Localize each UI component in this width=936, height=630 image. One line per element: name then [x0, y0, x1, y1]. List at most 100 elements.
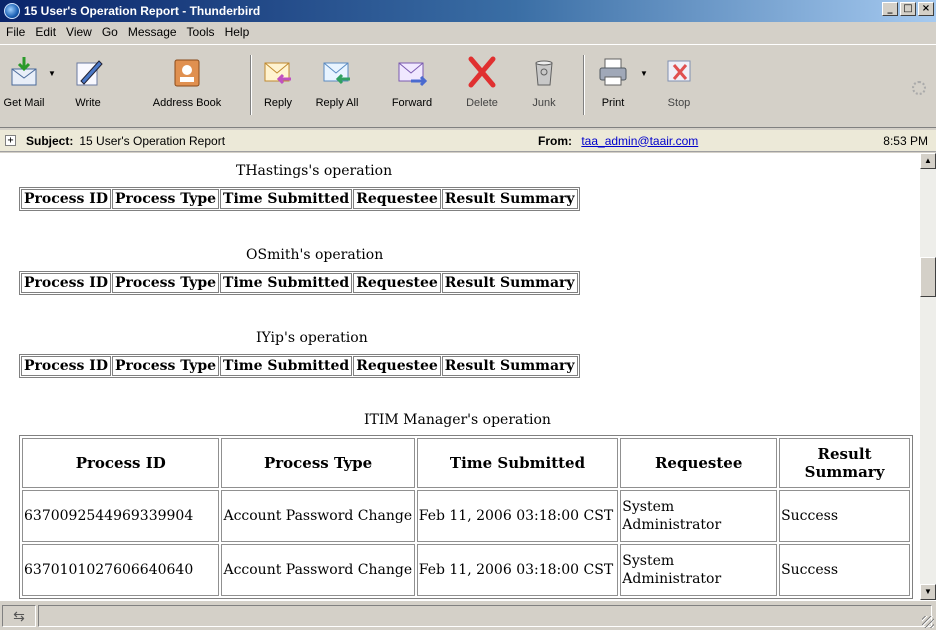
scroll-down-arrow-icon[interactable]: ▼	[920, 584, 936, 600]
result-summary-cell: Success	[779, 490, 910, 542]
close-button[interactable]: ×	[918, 2, 934, 16]
menu-tools[interactable]: Tools	[185, 25, 223, 39]
column-header-process-type: Process Type	[112, 189, 220, 209]
operation-caption: OSmith's operation	[246, 247, 384, 263]
junk-label: Junk	[532, 97, 556, 109]
process-id-cell: 6370092544969339904	[22, 490, 220, 542]
column-header-time-submitted: Time Submitted	[220, 356, 353, 376]
status-bar: ⇆	[0, 600, 936, 630]
column-header-result-summary: Result Summary	[441, 273, 578, 293]
requestee-cell: System Administrator	[620, 490, 778, 542]
column-header-process-id: Process ID	[21, 189, 111, 209]
delete-icon	[465, 55, 499, 89]
title-bar: 15 User's Operation Report - Thunderbird…	[0, 0, 936, 22]
time-submitted-cell: Feb 11, 2006 03:18:00 CST	[416, 490, 619, 542]
operation-table: Process ID Process Type Time Submitted R…	[19, 271, 580, 295]
reply-button[interactable]: Reply	[258, 51, 298, 123]
column-header-result-summary: Result Summary	[779, 438, 910, 488]
time-submitted-cell: Feb 11, 2006 03:18:00 CST	[416, 544, 619, 596]
scrollbar-thumb[interactable]	[920, 257, 936, 297]
column-header-requestee: Requestee	[353, 189, 441, 209]
reply-label: Reply	[263, 97, 293, 109]
reply-all-label: Reply All	[315, 97, 359, 109]
expand-header-toggle[interactable]: +	[5, 135, 16, 146]
operation-table: Process ID Process Type Time Submitted R…	[19, 187, 580, 211]
print-button[interactable]: Print	[596, 51, 630, 123]
column-header-process-id: Process ID	[21, 273, 111, 293]
status-text-panel	[38, 605, 932, 627]
menu-help[interactable]: Help	[223, 25, 258, 39]
message-body: THastings's operation Process ID Process…	[0, 153, 920, 600]
column-header-process-type: Process Type	[221, 438, 415, 488]
menu-file[interactable]: File	[4, 25, 33, 39]
column-header-process-type: Process Type	[112, 273, 220, 293]
reply-icon	[261, 55, 295, 89]
manager-operation-table: Process ID Process Type Time Submitted R…	[19, 435, 913, 599]
process-id-cell: 6370101027606640640	[22, 544, 220, 596]
subject-value: 15 User's Operation Report	[79, 133, 226, 148]
column-header-time-submitted: Time Submitted	[416, 438, 619, 488]
subject-label: Subject:	[26, 133, 74, 148]
scroll-up-arrow-icon[interactable]: ▲	[920, 153, 936, 169]
stop-button[interactable]: Stop	[662, 51, 696, 123]
column-header-result-summary: Result Summary	[441, 356, 578, 376]
maximize-button[interactable]: □	[900, 2, 916, 16]
delete-button[interactable]: Delete	[460, 51, 504, 123]
get-mail-dropdown-icon[interactable]: ▼	[48, 69, 56, 78]
print-label: Print	[601, 97, 625, 109]
operation-caption: IYip's operation	[256, 330, 368, 346]
column-header-requestee: Requestee	[620, 438, 778, 488]
print-dropdown-icon[interactable]: ▼	[640, 69, 648, 78]
stop-icon	[662, 55, 696, 89]
junk-icon	[527, 55, 561, 89]
table-row: 6370101027606640640 Account Password Cha…	[22, 544, 910, 596]
stop-label: Stop	[667, 97, 691, 109]
menu-message[interactable]: Message	[126, 25, 185, 39]
from-label: From:	[538, 133, 572, 148]
requestee-cell: System Administrator	[620, 544, 778, 596]
menu-edit[interactable]: Edit	[33, 25, 64, 39]
thunderbird-icon	[4, 3, 20, 19]
main-toolbar: Get Mail ▼ Write Address Book Reply Repl…	[0, 44, 936, 128]
resize-grip-icon[interactable]	[922, 616, 934, 628]
menu-bar: File Edit View Go Message Tools Help	[0, 22, 936, 42]
table-header-row: Process ID Process Type Time Submitted R…	[22, 438, 910, 488]
write-label: Write	[75, 97, 101, 109]
offline-icon[interactable]: ⇆	[2, 605, 36, 627]
from-field: From: taa_admin@taair.com	[538, 134, 698, 148]
forward-label: Forward	[391, 97, 433, 109]
column-header-process-id: Process ID	[22, 438, 220, 488]
operation-caption: ITIM Manager's operation	[364, 412, 551, 428]
column-header-requestee: Requestee	[353, 356, 441, 376]
column-header-process-type: Process Type	[112, 356, 220, 376]
process-type-cell: Account Password Change	[221, 490, 415, 542]
column-header-result-summary: Result Summary	[441, 189, 578, 209]
column-header-time-submitted: Time Submitted	[220, 273, 353, 293]
column-header-process-id: Process ID	[21, 356, 111, 376]
result-summary-cell: Success	[779, 544, 910, 596]
reply-all-button[interactable]: Reply All	[310, 51, 364, 123]
activity-throbber-icon	[912, 81, 926, 95]
reply-all-icon	[320, 55, 354, 89]
forward-button[interactable]: Forward	[384, 51, 440, 123]
menu-view[interactable]: View	[64, 25, 100, 39]
process-type-cell: Account Password Change	[221, 544, 415, 596]
write-button[interactable]: Write	[60, 51, 116, 123]
minimize-button[interactable]: _	[882, 2, 898, 16]
get-mail-icon	[7, 55, 41, 89]
get-mail-button[interactable]: Get Mail	[2, 51, 46, 123]
junk-button[interactable]: Junk	[527, 51, 561, 123]
column-header-time-submitted: Time Submitted	[220, 189, 353, 209]
from-email-link[interactable]: taa_admin@taair.com	[581, 134, 698, 148]
message-time: 8:53 PM	[883, 133, 928, 148]
toolbar-separator	[250, 55, 252, 115]
printer-icon	[596, 55, 630, 89]
address-book-label: Address Book	[152, 97, 222, 109]
address-book-button[interactable]: Address Book	[150, 51, 224, 123]
operation-table: Process ID Process Type Time Submitted R…	[19, 354, 580, 378]
vertical-scrollbar[interactable]: ▲ ▼	[920, 153, 936, 600]
forward-icon	[395, 55, 429, 89]
menu-go[interactable]: Go	[100, 25, 126, 39]
get-mail-label: Get Mail	[3, 97, 45, 109]
table-row: 6370092544969339904 Account Password Cha…	[22, 490, 910, 542]
